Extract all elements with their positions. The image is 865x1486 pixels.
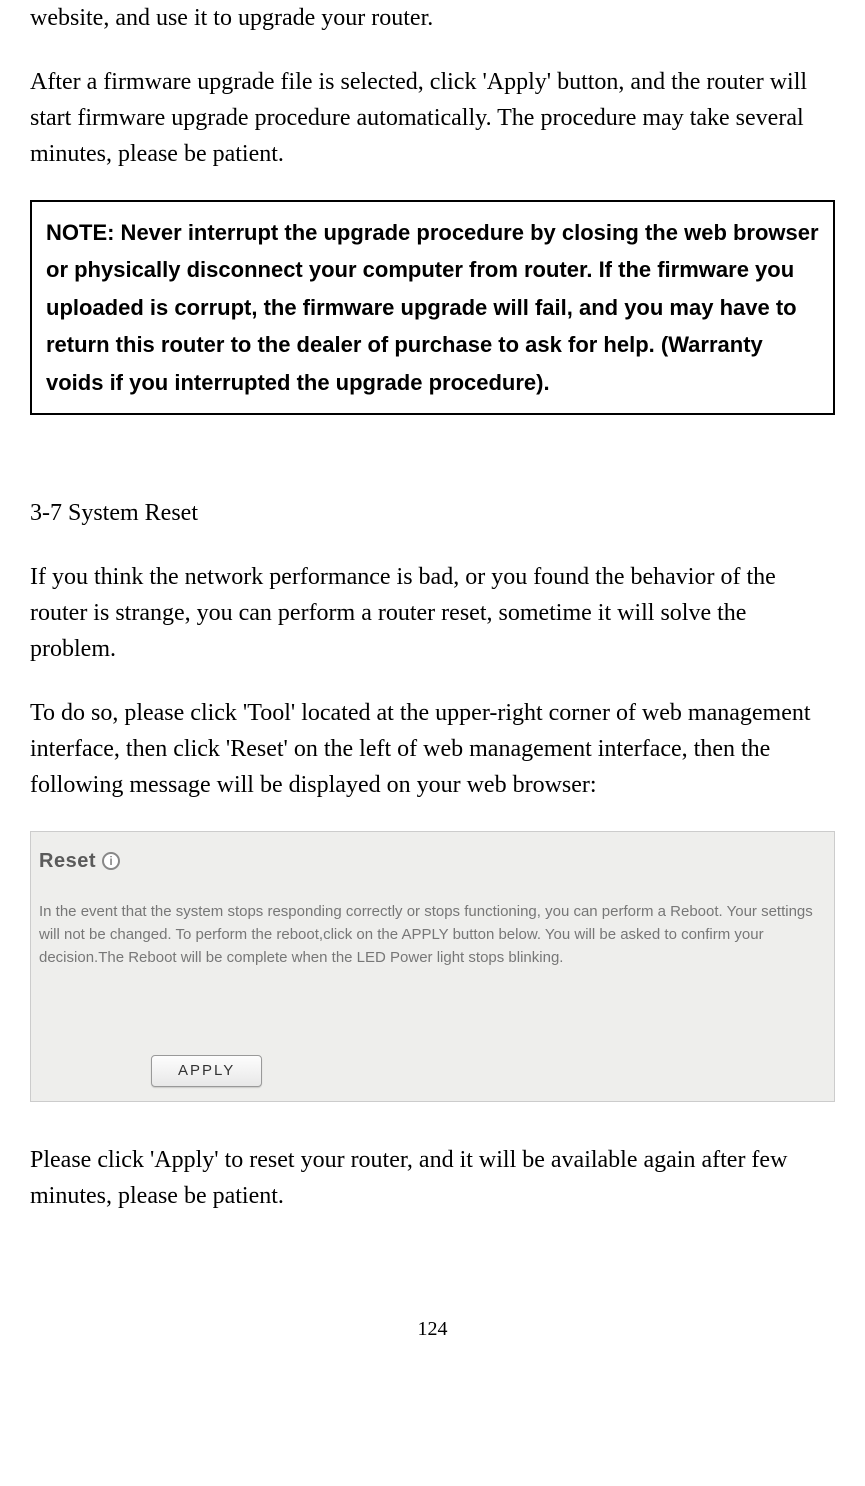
section-paragraph-1: If you think the network performance is … — [30, 559, 835, 667]
apply-button[interactable]: APPLY — [151, 1055, 262, 1088]
closing-paragraph: Please click 'Apply' to reset your route… — [30, 1142, 835, 1214]
note-box: NOTE: Never interrupt the upgrade proced… — [30, 200, 835, 415]
reset-panel-title: Reset — [39, 846, 96, 876]
section-heading: 3-7 System Reset — [30, 495, 835, 531]
info-icon: i — [102, 852, 120, 870]
reset-panel-header: Reset i — [39, 846, 834, 876]
page-number: 124 — [30, 1314, 835, 1344]
intro-paragraph-2: After a firmware upgrade file is selecte… — [30, 64, 835, 172]
reset-panel-body: In the event that the system stops respo… — [31, 900, 834, 970]
reset-panel: Reset i In the event that the system sto… — [30, 831, 835, 1102]
note-text: NOTE: Never interrupt the upgrade proced… — [46, 220, 819, 395]
section-paragraph-2: To do so, please click 'Tool' located at… — [30, 695, 835, 803]
intro-line-fragment: website, and use it to upgrade your rout… — [30, 0, 835, 36]
